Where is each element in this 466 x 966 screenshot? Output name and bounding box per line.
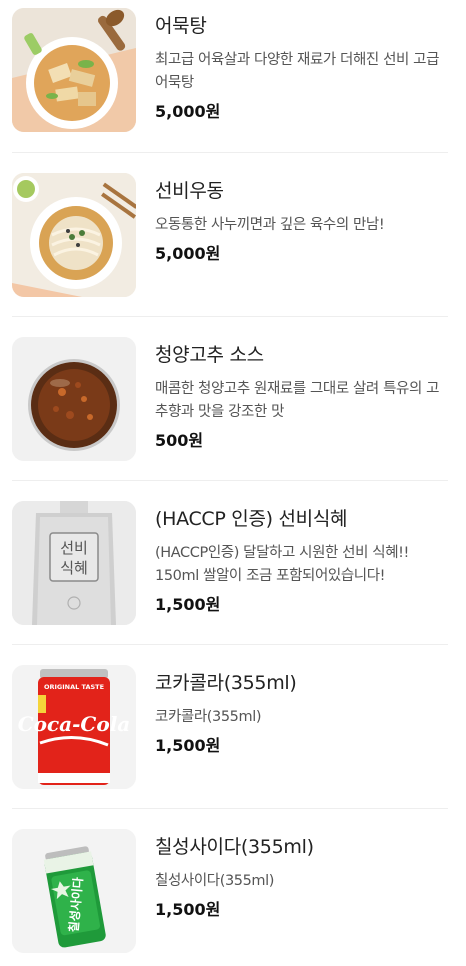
item-name: (HACCP 인증) 선비식혜 [155,508,348,530]
menu-item[interactable]: 칠성사이다 칠성사이다(355ml) 칠성사이다(355ml) 1,500원 [12,809,448,966]
chili-sauce-icon [12,337,136,461]
item-description: 매콤한 청양고추 원재료를 그대로 살려 특유의 고추향과 맛을 강조한 맛 [155,381,440,420]
chilsung-cider-can-icon: 칠성사이다 [12,829,136,953]
menu-item[interactable]: 청양고추 소스 매콤한 청양고추 원재료를 그대로 살려 특유의 고추향과 맛을… [12,317,448,481]
svg-text:선비: 선비 [60,539,88,557]
item-price: 500원 [155,431,204,450]
menu-item[interactable]: ORIGINAL TASTE Coca-Cola 코카콜라(355ml) 코카콜… [12,645,448,809]
menu-item[interactable]: 선비 식혜 (HACCP 인증) 선비식혜 (HACCP인증) 달달하고 시원한… [12,481,448,645]
svg-text:식혜: 식혜 [60,559,88,577]
item-description: 칠성사이다(355ml) [155,873,275,889]
item-price: 1,500원 [155,900,221,919]
item-price: 5,000원 [155,102,221,121]
sikhye-pouch-icon: 선비 식혜 [12,501,136,625]
item-description: 최고급 어육살과 다양한 재료가 더해진 선비 고급 어묵탕 [155,52,440,91]
menu-item[interactable]: 선비우동 오동통한 사누끼면과 깊은 육수의 만남! 5,000원 [12,153,448,317]
menu-item[interactable]: 어묵탕 최고급 어육살과 다양한 재료가 더해진 선비 고급 어묵탕 5,000… [12,0,448,153]
item-price: 1,500원 [155,736,221,755]
item-description: 코카콜라(355ml) [155,709,262,725]
item-name: 코카콜라(355ml) [155,672,297,694]
udon-icon [12,173,136,297]
svg-text:Coca-Cola: Coca-Cola [18,712,131,736]
item-description: (HACCP인증) 달달하고 시원한 선비 식혜!! 150ml 쌀알이 조금 … [155,545,409,584]
item-description: 오동통한 사누끼면과 깊은 육수의 만남! [155,217,385,233]
item-name: 청양고추 소스 [155,344,264,366]
svg-text:ORIGINAL TASTE: ORIGINAL TASTE [44,683,104,691]
item-name: 칠성사이다(355ml) [155,836,314,858]
item-name: 어묵탕 [155,15,207,37]
item-price: 5,000원 [155,244,221,263]
coca-cola-can-icon: ORIGINAL TASTE Coca-Cola [12,665,136,789]
fishcake-soup-icon [12,8,136,132]
item-price: 1,500원 [155,595,221,614]
item-name: 선비우동 [155,180,224,202]
menu-list: 어묵탕 최고급 어육살과 다양한 재료가 더해진 선비 고급 어묵탕 5,000… [0,0,466,966]
